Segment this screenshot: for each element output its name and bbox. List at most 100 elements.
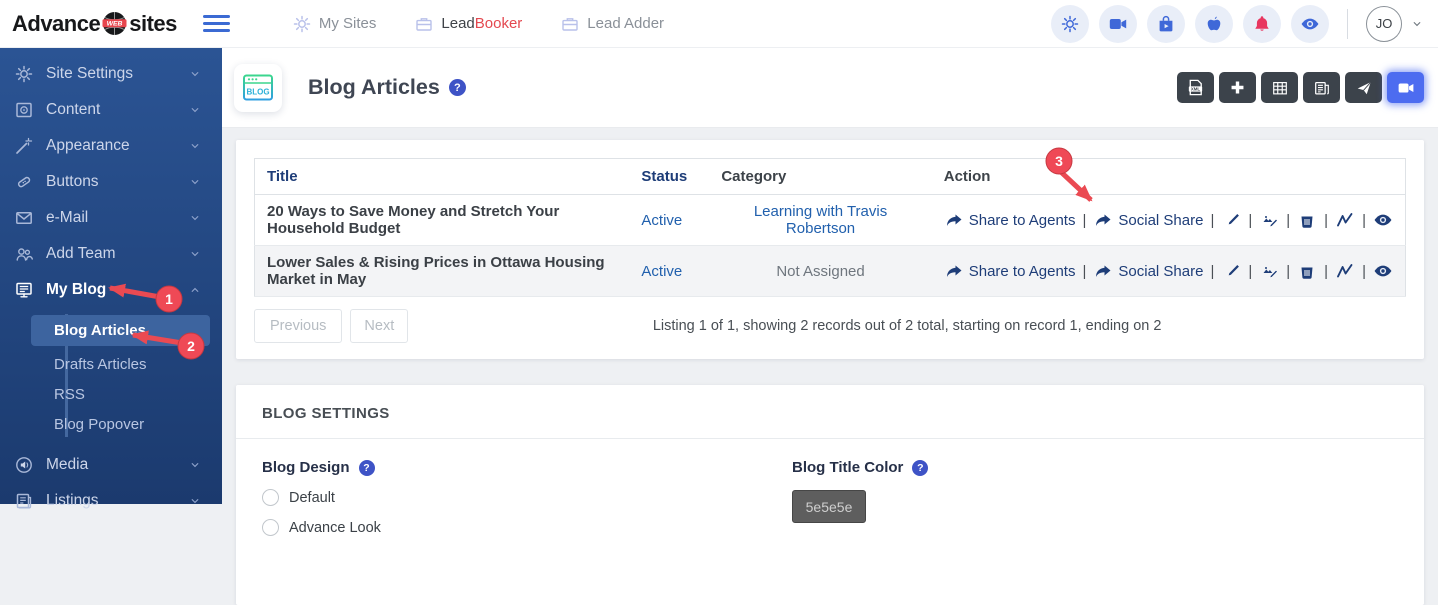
play-store-icon (1156, 14, 1176, 34)
status-link[interactable]: Active (641, 263, 682, 280)
share-icon (944, 210, 964, 230)
blog-page-icon: BLOG (234, 63, 282, 112)
article-title: 20 Ways to Save Money and Stretch Your H… (267, 203, 560, 237)
blog-design-group: Blog Design ? Default Advance Look (262, 459, 792, 536)
video-button[interactable] (1387, 72, 1424, 103)
blog-title-color-swatch[interactable]: 5e5e5e (792, 490, 866, 523)
sidebar-item-email[interactable]: e-Mail (0, 200, 222, 236)
user-menu-chevron-icon[interactable] (1410, 17, 1424, 31)
top-bar: Advance WEB sites My Sites LeadBooker Le… (0, 0, 1438, 48)
nav-lead-adder[interactable]: Lead Adder (560, 14, 664, 34)
sidebar-item-site-settings[interactable]: Site Settings (0, 56, 222, 92)
chevron-down-icon (188, 67, 202, 81)
menu-toggle-icon[interactable] (202, 14, 230, 33)
delete-button[interactable] (1297, 210, 1317, 230)
delete-button[interactable] (1297, 261, 1317, 281)
sidebar-item-buttons[interactable]: Buttons (0, 164, 222, 200)
send-button[interactable] (1345, 72, 1382, 103)
category-link[interactable]: Learning with Travis Robertson (754, 203, 887, 237)
page-toolbar: XML (1177, 72, 1424, 103)
app-settings-button[interactable] (1051, 4, 1089, 43)
chevron-down-icon (188, 247, 202, 261)
eye-icon (1373, 261, 1393, 281)
add-article-button[interactable] (1219, 72, 1256, 103)
social-share-link[interactable]: Social Share (1093, 210, 1203, 230)
sidebar-item-my-blog[interactable]: My Blog (0, 272, 222, 308)
column-header-status: Status (629, 158, 710, 195)
wand-icon (14, 136, 34, 156)
edit-button[interactable] (1221, 261, 1241, 281)
sidebar-item-media[interactable]: Media (0, 447, 222, 483)
sidebar-item-drafts-articles[interactable]: Drafts Articles (0, 349, 222, 379)
listing-summary: Listing 1 of 1, showing 2 records out of… (652, 318, 1162, 334)
chevron-down-icon (188, 458, 202, 472)
sidebar-item-blog-articles[interactable]: Blog Articles (31, 315, 210, 346)
top-actions: JO (1041, 4, 1424, 43)
radio-option-default: Default (262, 489, 792, 506)
status-link[interactable]: Active (641, 212, 682, 229)
gear-icon (292, 14, 312, 34)
view-button[interactable] (1373, 210, 1393, 230)
apple-icon (1204, 14, 1224, 34)
column-header-category: Category (709, 158, 932, 195)
video-camera-button[interactable] (1099, 4, 1137, 43)
sidebar-item-appearance[interactable]: Appearance (0, 128, 222, 164)
page-title: Blog Articles (308, 75, 440, 99)
svg-text:BLOG: BLOG (246, 87, 269, 96)
xml-export-button[interactable]: XML (1177, 72, 1214, 103)
help-icon[interactable]: ? (358, 459, 375, 476)
trash-icon (1297, 210, 1317, 230)
play-store-button[interactable] (1147, 4, 1185, 43)
share-to-agents-link[interactable]: Share to Agents (944, 261, 1075, 281)
stats-button[interactable] (1335, 210, 1355, 230)
social-share-link[interactable]: Social Share (1093, 261, 1203, 281)
sidebar-item-content[interactable]: Content (0, 92, 222, 128)
help-icon[interactable]: ? (448, 79, 466, 96)
next-button[interactable]: Next (350, 309, 409, 343)
sidebar-item-rss[interactable]: RSS (0, 379, 222, 409)
chevron-down-icon (188, 175, 202, 189)
view-button[interactable] (1373, 261, 1393, 281)
radio-advance-look[interactable] (262, 519, 279, 536)
preview-eye-icon (1300, 14, 1320, 34)
sidebar-item-add-team[interactable]: Add Team (0, 236, 222, 272)
image-edit-icon (1259, 261, 1279, 281)
team-icon (14, 244, 34, 264)
news-layout-button[interactable] (1303, 72, 1340, 103)
apple-button[interactable] (1195, 4, 1233, 43)
divider (1347, 8, 1348, 39)
stats-button[interactable] (1335, 261, 1355, 281)
table-header-row: Title Status Category Action (254, 158, 1406, 195)
chevron-down-icon (188, 103, 202, 117)
table-view-button[interactable] (1261, 72, 1298, 103)
preview-button[interactable] (1291, 4, 1329, 43)
sidebar-item-blog-popover[interactable]: Blog Popover (0, 409, 222, 439)
articles-table: Title Status Category Action 20 Ways to … (254, 158, 1406, 297)
edit-image-button[interactable] (1259, 261, 1279, 281)
help-icon[interactable]: ? (912, 459, 929, 476)
blog-icon (14, 280, 34, 300)
briefcase-icon (560, 14, 580, 34)
previous-button[interactable]: Previous (254, 309, 343, 343)
chevron-down-icon (188, 494, 202, 508)
nav-my-sites[interactable]: My Sites (292, 14, 376, 34)
logo-text-suffix: sites (129, 10, 177, 36)
notifications-button[interactable] (1243, 4, 1281, 43)
news-layout-icon (1313, 79, 1331, 97)
edit-image-button[interactable] (1259, 210, 1279, 230)
listings-icon (14, 491, 34, 511)
blog-title-color-label: Blog Title Color ? (792, 459, 929, 476)
article-title: Lower Sales & Rising Prices in Ottawa Ho… (254, 245, 630, 297)
column-header-title: Title (254, 158, 630, 195)
sidebar: Site Settings Content Appearance Buttons… (0, 48, 222, 509)
media-icon (14, 455, 34, 475)
share-to-agents-link[interactable]: Share to Agents (944, 210, 1075, 230)
sidebar-item-listings[interactable]: Listings (0, 483, 222, 519)
radio-default[interactable] (262, 489, 279, 506)
user-avatar[interactable]: JO (1366, 5, 1402, 42)
nav-leadbooker[interactable]: LeadBooker (414, 14, 522, 34)
app-logo[interactable]: Advance WEB sites (12, 10, 177, 37)
blog-settings-card: BLOG SETTINGS Blog Design ? Default Adva… (236, 385, 1424, 605)
briefcase-icon (414, 14, 434, 34)
edit-button[interactable] (1221, 210, 1241, 230)
